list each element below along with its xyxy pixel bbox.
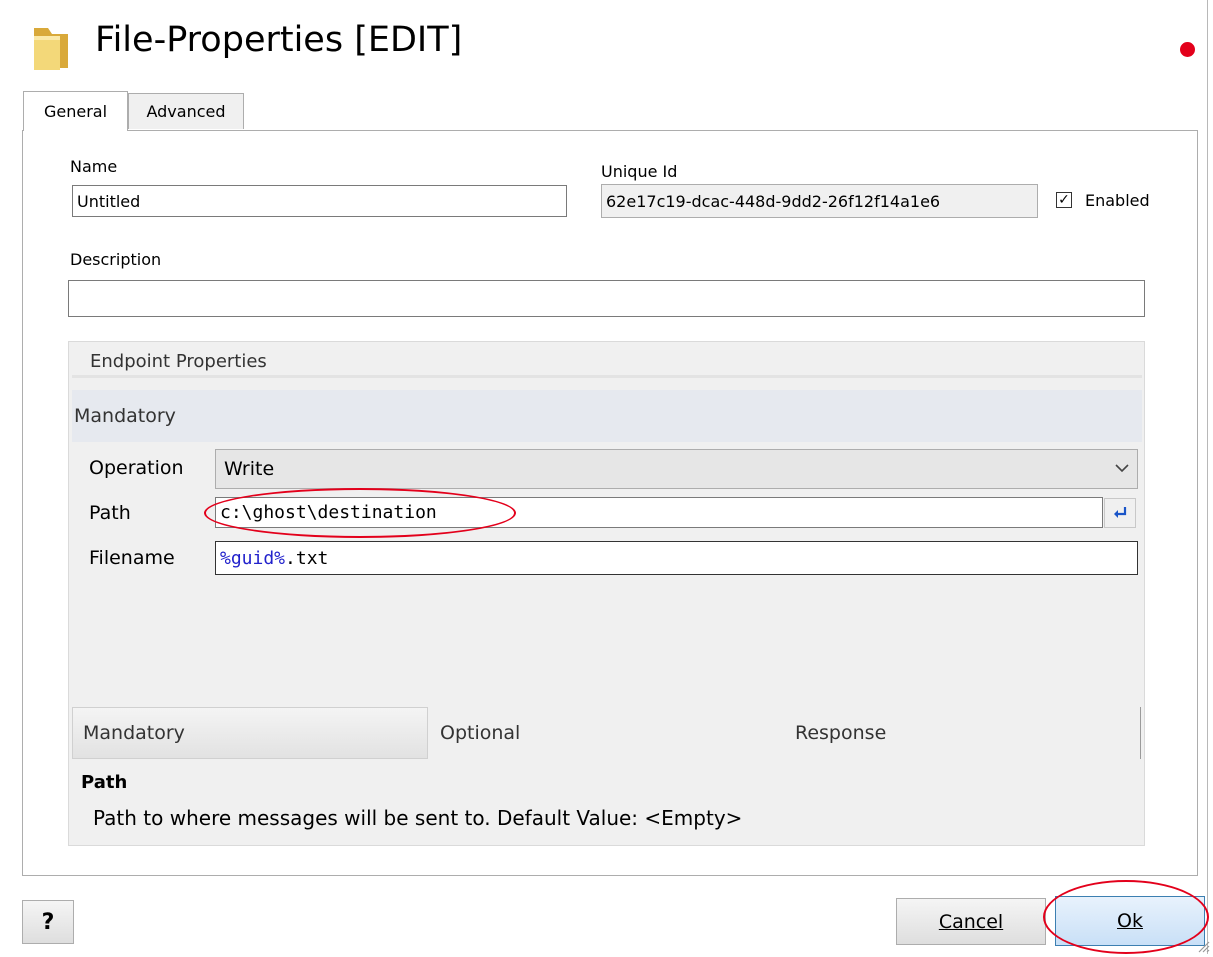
filename-extension: .txt xyxy=(285,547,329,569)
tab-divider xyxy=(1140,707,1141,759)
operation-label: Operation xyxy=(89,457,184,479)
folder-icon xyxy=(30,22,72,72)
path-enter-button[interactable] xyxy=(1104,498,1136,528)
filename-input[interactable]: %guid% .txt xyxy=(215,541,1138,575)
unique-id-label: Unique Id xyxy=(601,162,678,181)
checkmark-icon: ✓ xyxy=(1058,192,1070,208)
tab-mandatory-label: Mandatory xyxy=(83,722,185,744)
help-text: Path to where messages will be sent to. … xyxy=(93,806,743,830)
operation-select[interactable]: Write xyxy=(215,449,1138,489)
path-label: Path xyxy=(89,502,131,524)
cancel-button-label: Cancel xyxy=(938,910,1004,933)
name-label: Name xyxy=(70,157,118,176)
help-title: Path xyxy=(81,772,128,793)
enabled-label: Enabled xyxy=(1085,191,1150,210)
resize-grip-icon[interactable] xyxy=(1196,938,1210,953)
tab-optional[interactable]: Optional xyxy=(440,722,520,744)
ok-annotation-ellipse xyxy=(1043,880,1209,954)
window-title: File-Properties [EDIT] xyxy=(95,20,463,60)
filename-token: %guid% xyxy=(220,547,286,569)
operation-value: Write xyxy=(224,458,275,480)
window-edge xyxy=(1207,0,1208,954)
chevron-down-icon[interactable] xyxy=(1112,458,1132,478)
filename-label: Filename xyxy=(89,547,175,569)
enabled-checkbox[interactable]: ✓ xyxy=(1056,192,1072,208)
tab-general[interactable]: General xyxy=(23,91,128,131)
description-input[interactable] xyxy=(68,280,1145,317)
enter-arrow-icon xyxy=(1114,507,1127,518)
name-input[interactable]: Untitled xyxy=(72,185,567,217)
help-button[interactable]: ? xyxy=(22,900,74,944)
unique-id-field: 62e17c19-dcac-448d-9dd2-26f12f14a1e6 xyxy=(601,184,1038,218)
tab-advanced[interactable]: Advanced xyxy=(128,93,244,129)
tab-response[interactable]: Response xyxy=(795,722,886,744)
header-separator xyxy=(72,375,1142,378)
mandatory-section-label: Mandatory xyxy=(74,405,176,427)
description-label: Description xyxy=(70,250,162,269)
status-dot xyxy=(1180,42,1195,57)
tab-mandatory[interactable]: Mandatory xyxy=(72,707,428,759)
endpoint-properties-header: Endpoint Properties xyxy=(90,351,267,372)
cancel-button[interactable]: Cancel xyxy=(896,898,1046,945)
mandatory-section-band xyxy=(72,390,1142,442)
path-annotation-ellipse xyxy=(204,488,516,538)
